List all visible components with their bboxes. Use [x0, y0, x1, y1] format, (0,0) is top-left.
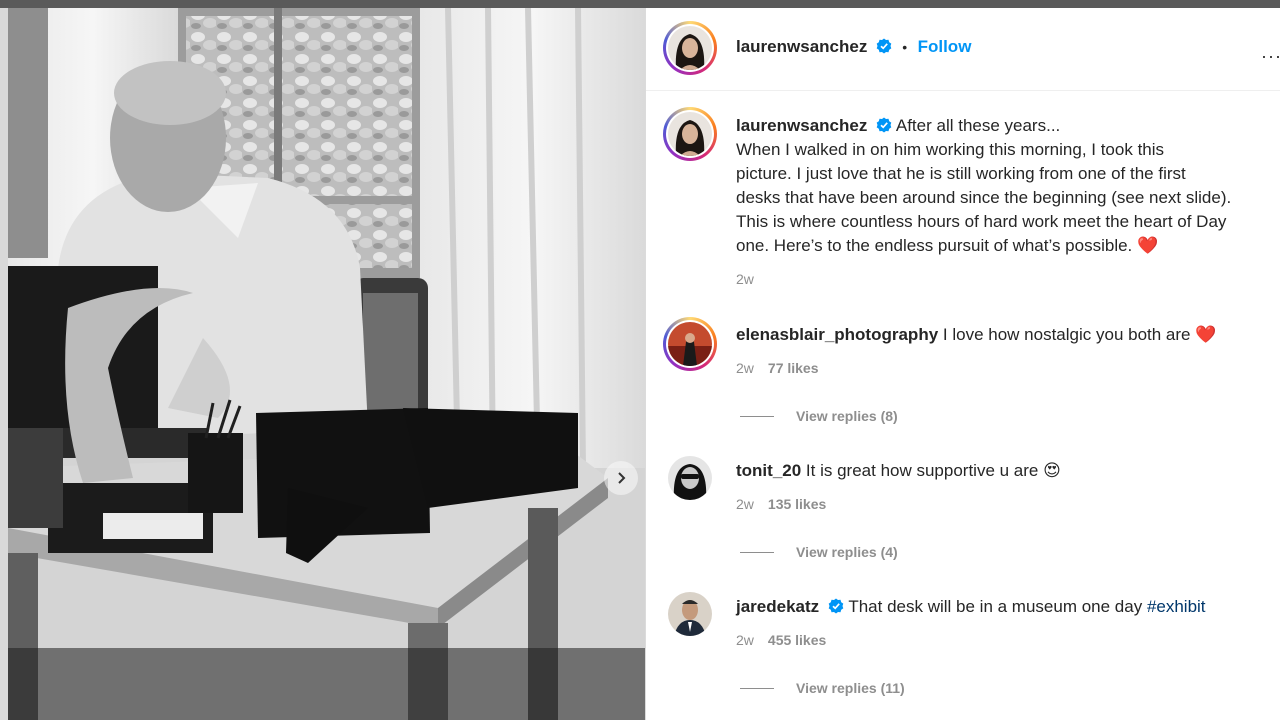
- comment-likes[interactable]: 77 likes: [768, 360, 819, 376]
- hashtag-link[interactable]: #exhibit: [1147, 597, 1206, 616]
- left-edge-strip: [0, 8, 8, 720]
- caption-line: This is where countless hours of hard wo…: [736, 212, 1227, 231]
- follow-button[interactable]: Follow: [918, 37, 972, 56]
- author-avatar[interactable]: [663, 21, 717, 75]
- browser-top-bar: [0, 0, 1280, 8]
- caption-username[interactable]: laurenwsanchez: [736, 116, 867, 135]
- commenter-avatar-image: [668, 322, 712, 366]
- author-avatar-image: [668, 26, 712, 70]
- caption-author-avatar[interactable]: [663, 107, 717, 161]
- commenter-avatar[interactable]: [668, 592, 712, 636]
- view-replies-button[interactable]: View replies (8): [740, 408, 898, 424]
- carousel-next-button[interactable]: [604, 461, 638, 495]
- view-replies-label: View replies (8): [796, 408, 898, 424]
- comment-meta: 2w 455 likes: [736, 632, 826, 648]
- comment-meta: 2w 135 likes: [736, 496, 826, 512]
- photo-illustration: [8, 8, 645, 720]
- commenter-avatar-image: [668, 592, 712, 636]
- comment-likes[interactable]: 135 likes: [768, 496, 826, 512]
- comment-text: It is great how supportive u are 😍: [805, 461, 1061, 480]
- comment-line: elenasblair_photography I love how nosta…: [736, 323, 1216, 347]
- comment-text: That desk will be in a museum one day: [848, 597, 1143, 616]
- comment-line: jaredekatz That desk will be in a museum…: [736, 595, 1206, 619]
- comment-meta: 2w 77 likes: [736, 360, 819, 376]
- replies-line: [740, 687, 774, 689]
- comment-username[interactable]: tonit_20: [736, 461, 801, 480]
- commenter-avatar[interactable]: [668, 456, 712, 500]
- comment-timestamp[interactable]: 2w: [736, 360, 754, 376]
- chevron-right-icon: [618, 472, 626, 484]
- comment-likes[interactable]: 455 likes: [768, 632, 826, 648]
- comment-timestamp[interactable]: 2w: [736, 496, 754, 512]
- caption-line: desks that have been around since the be…: [736, 188, 1232, 207]
- caption-line: When I walked in on him working this mor…: [736, 140, 1165, 159]
- caption-avatar-image: [668, 112, 712, 156]
- verified-badge-icon: [876, 117, 892, 133]
- post-photo[interactable]: [8, 8, 645, 720]
- caption-line: picture. I just love that he is still wo…: [736, 164, 1186, 183]
- view-replies-button[interactable]: View replies (4): [740, 544, 898, 560]
- caption-text-first: After all these years...: [895, 116, 1061, 135]
- commenter-avatar[interactable]: [663, 317, 717, 371]
- caption-line: one. Here’s to the endless pursuit of wh…: [736, 236, 1159, 255]
- view-replies-label: View replies (4): [796, 544, 898, 560]
- caption-first-line: laurenwsanchez After all these years...: [736, 114, 1060, 138]
- view-replies-label: View replies (11): [796, 680, 905, 696]
- separator-dot: •: [902, 39, 908, 55]
- author-username[interactable]: laurenwsanchez: [736, 37, 867, 56]
- header-line: laurenwsanchez • Follow: [736, 37, 971, 57]
- comment-line: tonit_20 It is great how supportive u ar…: [736, 459, 1061, 483]
- replies-line: [740, 415, 774, 417]
- comment-username[interactable]: elenasblair_photography: [736, 325, 938, 344]
- more-options-icon[interactable]: ···: [1261, 46, 1280, 67]
- comment-text: I love how nostalgic you both are ❤️: [942, 325, 1217, 344]
- post-header: laurenwsanchez • Follow ···: [646, 8, 1280, 91]
- commenter-avatar-image: [668, 456, 712, 500]
- comment-timestamp[interactable]: 2w: [736, 632, 754, 648]
- replies-line: [740, 551, 774, 553]
- post-side-panel: laurenwsanchez • Follow ··· laurenwsanch…: [646, 8, 1280, 720]
- caption-timestamp[interactable]: 2w: [736, 271, 754, 287]
- caption-meta: 2w: [736, 271, 754, 287]
- verified-badge-icon: [828, 598, 844, 614]
- verified-badge-icon: [876, 38, 892, 54]
- comment-username[interactable]: jaredekatz: [736, 597, 819, 616]
- view-replies-button[interactable]: View replies (11): [740, 680, 905, 696]
